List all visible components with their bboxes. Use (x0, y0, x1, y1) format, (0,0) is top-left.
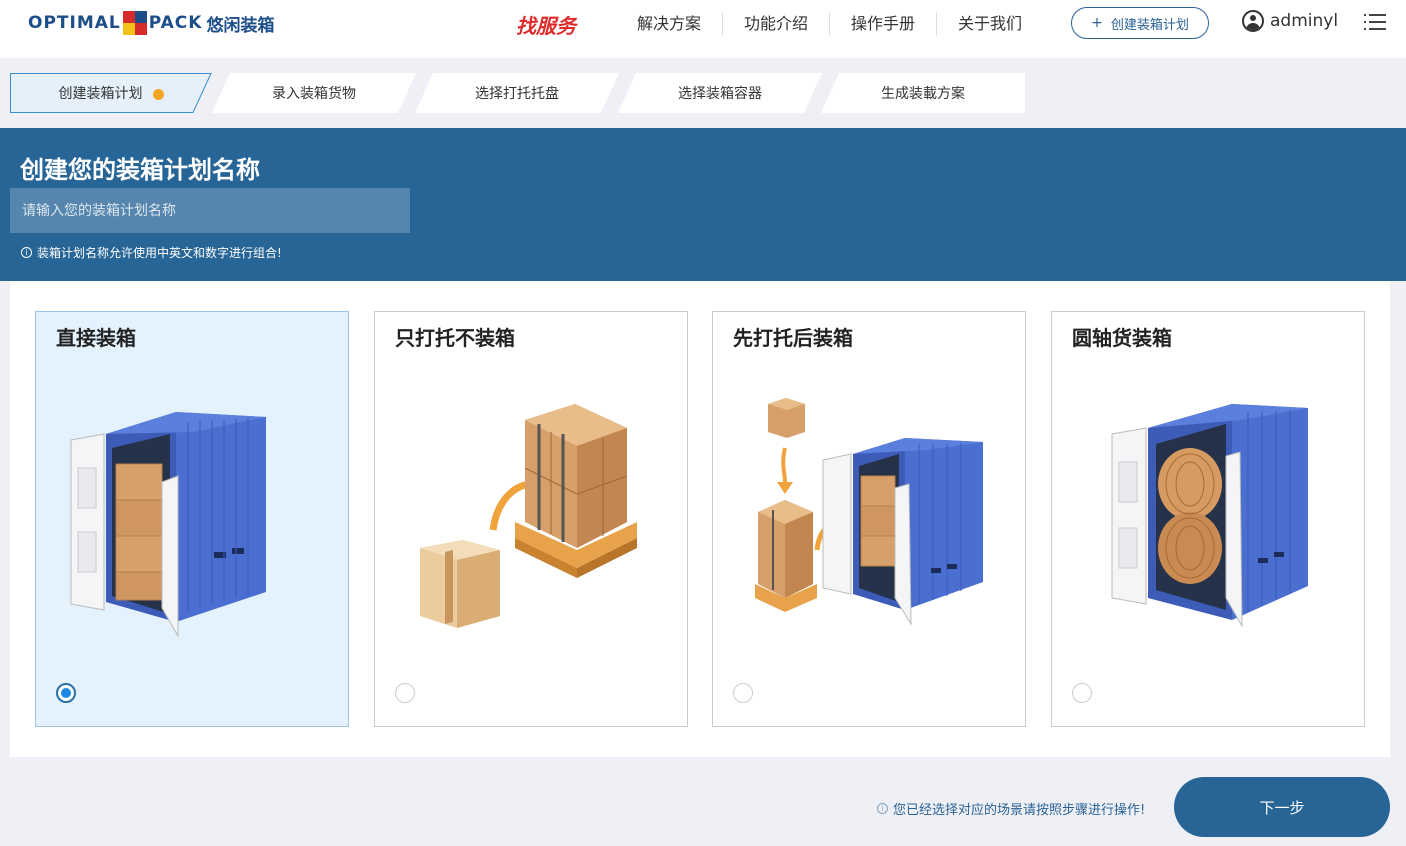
logo-cn: 悠闲装箱 (206, 15, 275, 36)
step-label: 录入装箱货物 (272, 86, 356, 102)
step-select-container[interactable]: 选择装箱容器 (618, 73, 822, 113)
card-title: 只打托不装箱 (395, 326, 515, 350)
plus-icon: + (1091, 15, 1103, 31)
container-with-boxes-icon (70, 412, 266, 638)
logo[interactable]: OPTIMAL PACK 悠闲装箱 (28, 8, 274, 38)
step-label: 创建装箱计划 (58, 86, 143, 102)
scenario-radio-direct[interactable] (56, 683, 76, 703)
scenario-card-roll-cargo[interactable]: 圆轴货装箱 (1051, 311, 1365, 727)
nav-about[interactable]: 关于我们 (937, 12, 1043, 36)
step-select-pallet[interactable]: 选择打托托盘 (415, 73, 619, 113)
step-label: 选择打托托盘 (475, 86, 559, 102)
step-label: 选择装箱容器 (678, 86, 762, 102)
logo-text-right: PACK (148, 13, 203, 33)
banner-title: 创建您的装箱计划名称 (20, 156, 260, 184)
info-icon: i (21, 247, 32, 258)
current-step-dot (152, 88, 164, 100)
footer-hint: i 您已经选择对应的场景请按照步骤进行操作! (877, 799, 1145, 818)
scenario-card-pallet-then-load[interactable]: 先打托后装箱 (712, 311, 1026, 727)
scenario-radio-pallet-only[interactable] (395, 683, 415, 703)
plan-name-input[interactable] (10, 188, 410, 233)
card-title: 直接装箱 (56, 326, 136, 350)
step-generate-plan[interactable]: 生成装載方案 (821, 73, 1025, 113)
plan-name-banner: 创建您的装箱计划名称 i 装箱计划名称允许使用中英文和数字进行组合! (0, 128, 1406, 281)
plan-name-hint: i 装箱计划名称允许使用中英文和数字进行组合! (21, 244, 282, 261)
step-create-plan[interactable]: 创建装箱计划 (10, 73, 212, 113)
card-title: 先打托后装箱 (733, 326, 853, 350)
container-with-rolls-icon (1111, 404, 1308, 628)
create-plan-button[interactable]: + 创建装箱计划 (1071, 7, 1209, 39)
scenario-card-direct[interactable]: 直接装箱 (35, 311, 349, 727)
footer-hint-text: 您已经选择对应的场景请按照步骤进行操作! (893, 803, 1146, 818)
step-label: 生成装載方案 (881, 86, 965, 102)
logo-text-left: OPTIMAL (28, 13, 121, 33)
main-nav: 解决方案 功能介绍 操作手册 关于我们 (616, 12, 1043, 36)
username: adminyl (1270, 11, 1339, 31)
step-enter-cargo[interactable]: 录入装箱货物 (212, 73, 416, 113)
scenario-radio-roll-cargo[interactable] (1072, 683, 1092, 703)
find-service-link[interactable]: 找服务 (516, 10, 576, 39)
hint-text: 装箱计划名称允许使用中英文和数字进行组合! (37, 246, 282, 260)
nav-features[interactable]: 功能介绍 (723, 12, 831, 36)
user-avatar-icon (1242, 10, 1264, 32)
pallet-boxes-icon (420, 404, 637, 628)
nav-solutions[interactable]: 解决方案 (616, 12, 724, 36)
user-menu[interactable]: adminyl (1242, 10, 1338, 32)
list-menu-icon[interactable] (1364, 12, 1386, 32)
scenario-card-pallet-only[interactable]: 只打托不装箱 (374, 311, 688, 727)
next-step-button[interactable]: 下一步 (1174, 777, 1390, 837)
create-plan-label: 创建装箱计划 (1110, 17, 1189, 33)
pallet-to-container-icon (755, 398, 983, 626)
logo-cube-icon (122, 11, 147, 35)
card-title: 圆轴货装箱 (1072, 326, 1172, 350)
nav-manual[interactable]: 操作手册 (830, 12, 938, 36)
scenario-radio-pallet-then-load[interactable] (733, 683, 753, 703)
top-header: OPTIMAL PACK 悠闲装箱 找服务 解决方案 功能介绍 操作手册 关于我… (0, 0, 1406, 58)
info-icon: i (877, 803, 888, 814)
scenario-panel: 直接装箱 只打托不装箱 先打托后装箱 圆轴货装箱 (10, 281, 1390, 757)
